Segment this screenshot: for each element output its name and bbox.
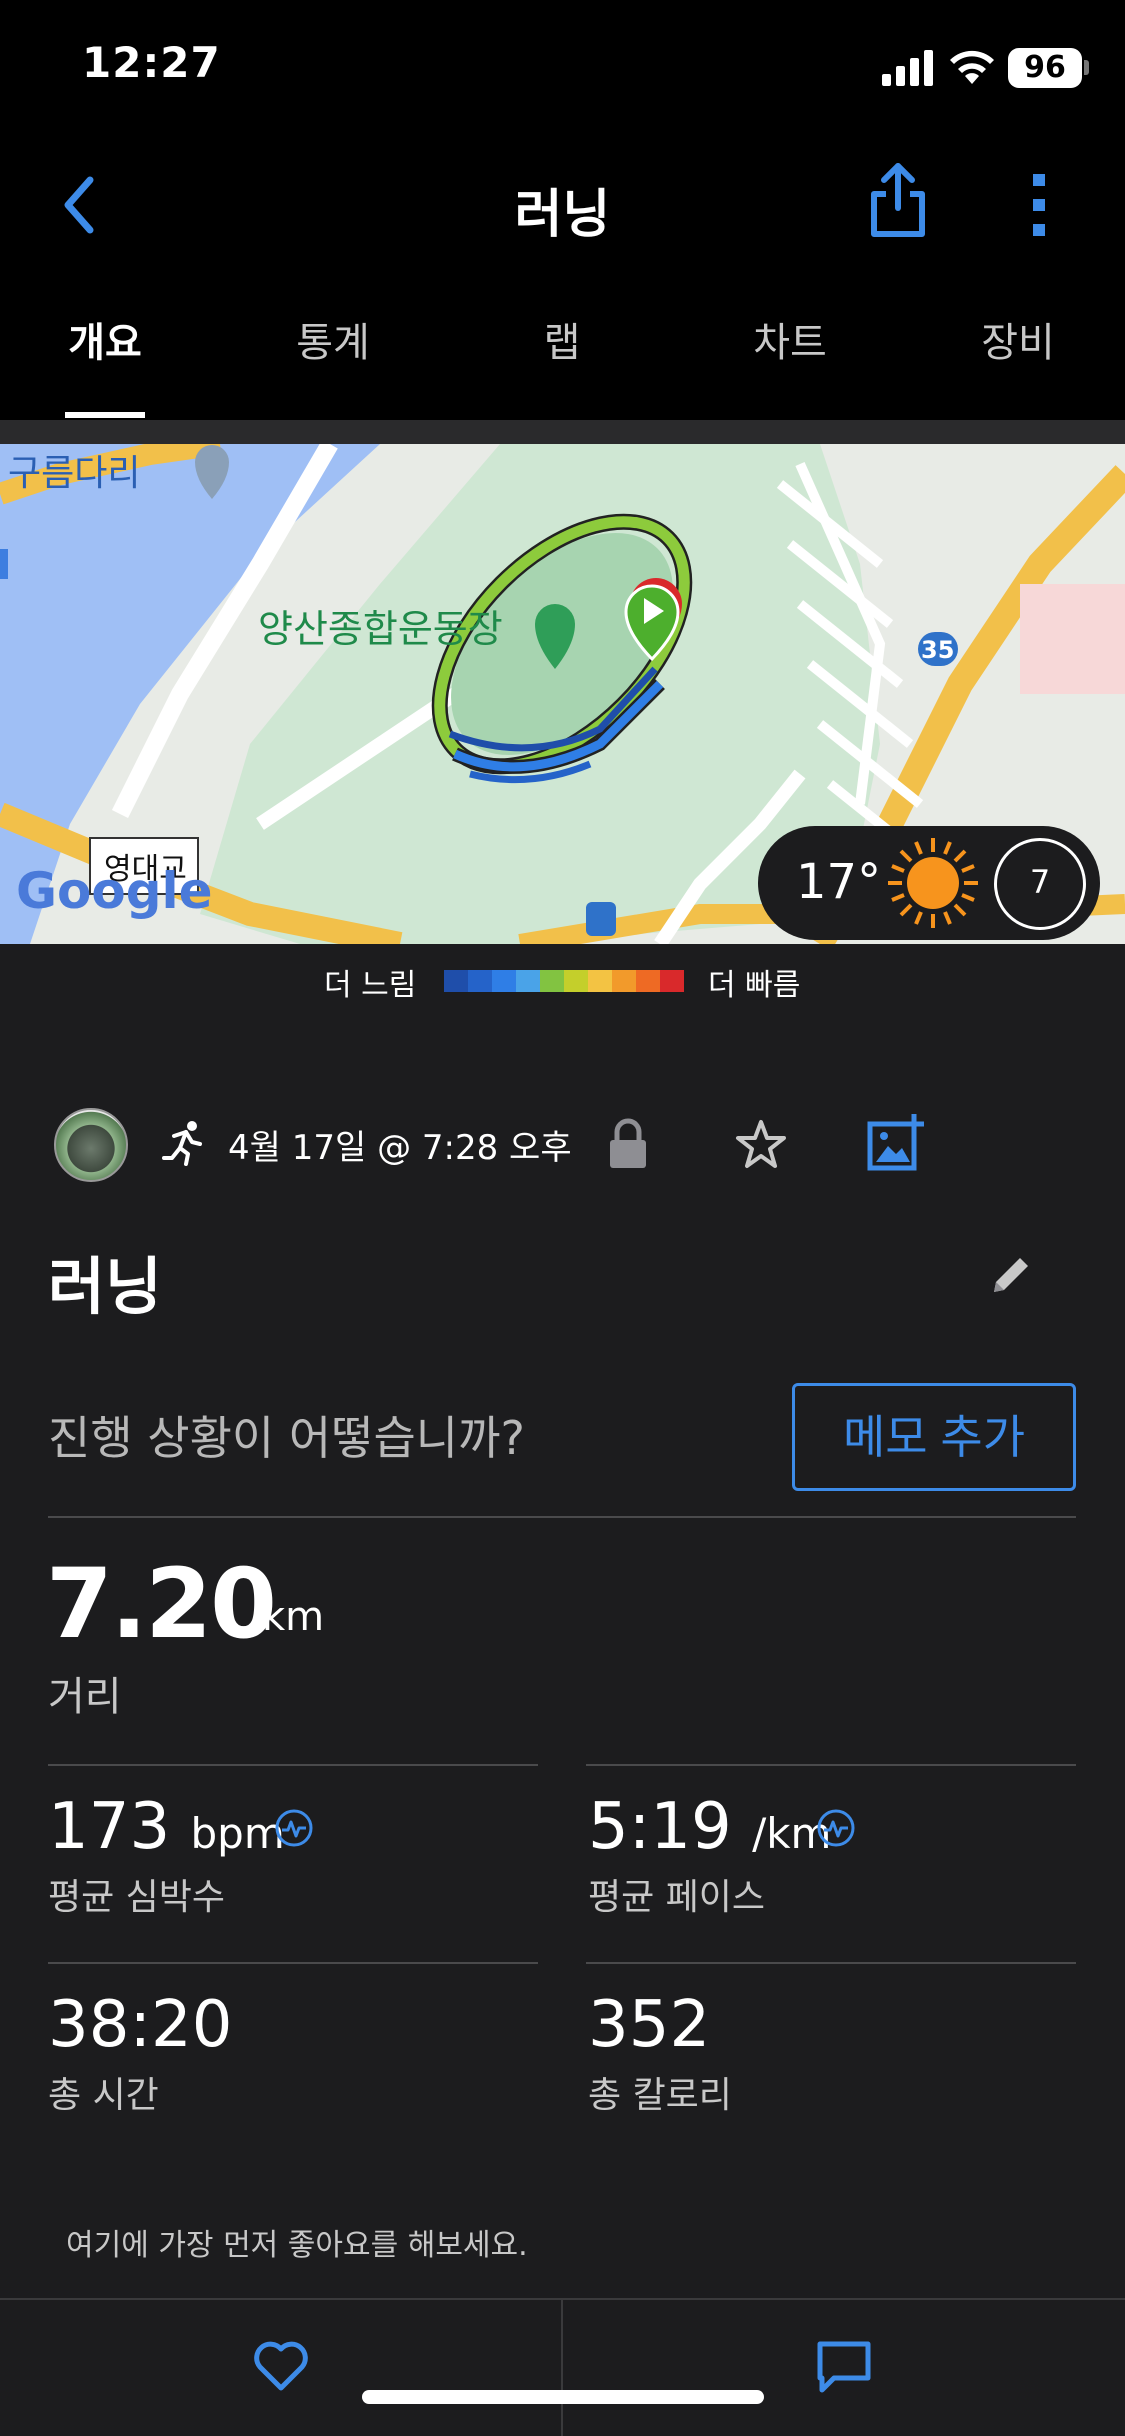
first-like-prompt: 여기에 가장 먼저 좋아요를 해보세요. [66,2228,528,2263]
memo-prompt: 진행 상황이 어떻습니까? [48,1411,525,1465]
running-activity-icon [162,1121,202,1166]
user-avatar[interactable] [54,1108,128,1182]
legend-swatch [540,970,564,992]
tabs-separator [0,420,1125,444]
heart-rate-sensor-icon[interactable] [274,1808,314,1848]
home-indicator[interactable] [362,2390,764,2404]
page-title: 러닝 [514,185,611,245]
tab-bar: 개요 통계 랩 차트 장비 [0,290,1125,420]
divider [586,1764,1076,1766]
sunny-weather-icon [888,838,978,928]
pace-sensor-icon[interactable] [816,1808,856,1848]
distance-unit: km [262,1594,325,1640]
comment-icon[interactable] [816,2340,872,2394]
total-calories-label: 총 칼로리 [588,2075,732,2116]
add-memo-button[interactable]: 메모 추가 [792,1383,1076,1491]
tab-stats[interactable]: 통계 [233,310,433,368]
tab-overview[interactable]: 개요 [5,310,205,368]
divider [48,1516,1076,1518]
divider [586,1962,1076,1964]
distance-value: 7.20 [46,1548,277,1660]
app-header: 러닝 [0,130,1125,290]
legend-swatch [564,970,588,992]
legend-swatch [588,970,612,992]
weather-temperature: 17° [796,854,882,910]
bottom-separator [561,2300,563,2436]
avg-heart-rate-number: 173 [48,1790,171,1864]
edit-pencil-icon[interactable] [990,1252,1034,1296]
distance-label: 거리 [48,1674,122,1720]
legend-swatch [612,970,636,992]
legend-swatch [660,970,684,992]
legend-swatch [492,970,516,992]
avg-heart-rate-label: 평균 심박수 [48,1877,226,1918]
status-bar: 12:27 96 [0,0,1125,130]
avg-heart-rate-unit: bpm [190,1809,285,1858]
total-time-value: 38:20 [48,1988,233,2062]
share-icon[interactable] [866,160,930,240]
tab-gear[interactable]: 장비 [918,310,1118,368]
add-photo-icon[interactable] [866,1112,928,1172]
like-heart-icon[interactable] [252,2340,310,2392]
total-calories-value: 352 [588,1988,711,2062]
weather-widget[interactable]: 17° 7 [758,826,1100,940]
tab-charts[interactable]: 차트 [690,310,890,368]
avg-pace-number: 5:19 [588,1790,732,1864]
legend-slow-label: 더 느림 [324,968,417,1003]
map-label-stadium: 양산종합운동장 [258,607,503,651]
bottom-action-bar [0,2298,1125,2436]
status-time: 12:27 [82,38,221,87]
more-options-icon[interactable] [1028,170,1052,240]
wind-speed: 7 [1029,863,1051,901]
divider [48,1764,538,1766]
legend-color-bar [444,970,684,992]
avg-pace-value: 5:19 /km [588,1790,831,1864]
divider [48,1962,538,1964]
wifi-icon [950,50,994,84]
cellular-signal-icon [882,50,933,86]
tab-laps[interactable]: 랩 [462,310,662,368]
avg-heart-rate-value: 173 bpm [48,1790,285,1864]
wind-direction-icon: 7 [994,838,1086,930]
legend-swatch [444,970,468,992]
activity-title: 러닝 [48,1250,163,1323]
privacy-lock-icon[interactable] [606,1118,650,1170]
favorite-star-icon[interactable] [734,1118,788,1172]
map-provider-logo: Google [16,862,213,920]
legend-swatch [636,970,660,992]
pace-legend: 더 느림 더 빠름 [0,944,1125,1014]
map-route-number: 35 [921,636,955,664]
active-tab-indicator [65,412,145,418]
legend-fast-label: 더 빠름 [708,968,801,1003]
avg-pace-label: 평균 페이스 [588,1877,766,1918]
legend-swatch [516,970,540,992]
legend-swatch [468,970,492,992]
battery-level: 96 [1008,48,1082,88]
total-time-label: 총 시간 [48,2075,159,2116]
battery-tip [1084,60,1089,75]
map-label-bridge: 구름다리 [8,453,141,494]
activity-datetime: 4월 17일 @ 7:28 오후 [228,1128,572,1168]
